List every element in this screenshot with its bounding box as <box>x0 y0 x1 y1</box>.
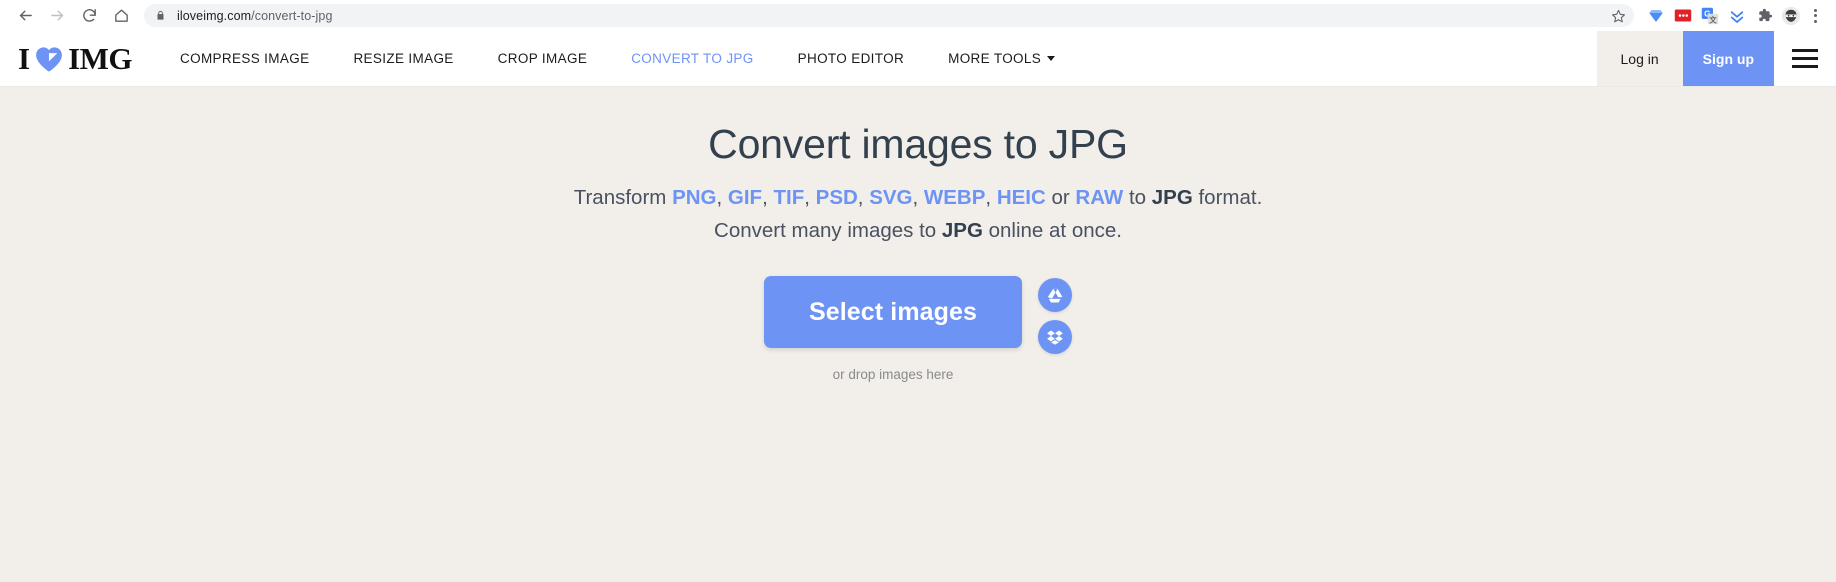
url-host: iloveimg.com <box>177 9 251 23</box>
arrow-right-icon <box>49 7 66 24</box>
profile-avatar-icon[interactable] <box>1781 6 1801 26</box>
reload-icon <box>81 7 98 24</box>
chevron-down-icon <box>1047 56 1055 61</box>
arrow-left-icon <box>17 7 34 24</box>
format-link-raw[interactable]: RAW <box>1075 186 1123 209</box>
logo-text-left: I <box>18 43 30 74</box>
reload-button[interactable] <box>74 1 104 31</box>
bookmark-star-button[interactable] <box>1611 8 1626 23</box>
subtitle-to: to <box>1123 186 1152 209</box>
gem-extension-icon[interactable] <box>1646 6 1666 26</box>
target-format: JPG <box>1152 186 1193 209</box>
page-title: Convert images to JPG <box>708 120 1128 169</box>
lock-icon <box>155 9 166 22</box>
home-button[interactable] <box>106 1 136 31</box>
star-icon <box>1611 8 1626 23</box>
logo-text-right: IMG <box>68 43 132 74</box>
nav-label: COMPRESS IMAGE <box>180 51 309 66</box>
subtitle-or: or <box>1046 186 1076 209</box>
nav-item-convert-to-jpg[interactable]: CONVERT TO JPG <box>609 31 775 86</box>
svg-text:文: 文 <box>1709 14 1717 24</box>
subtitle-prefix: Transform <box>574 186 672 209</box>
format-link-heic[interactable]: HEIC <box>997 186 1046 209</box>
hamburger-menu-icon[interactable] <box>1774 31 1836 86</box>
site-header: I IMG COMPRESS IMAGE RESIZE IMAGE CROP I… <box>0 31 1836 87</box>
chevron-stack-extension-icon[interactable] <box>1727 6 1747 26</box>
nav-item-more-tools[interactable]: MORE TOOLS <box>926 31 1077 86</box>
red-recorder-extension-icon[interactable] <box>1673 6 1693 26</box>
browser-nav-buttons <box>10 1 136 31</box>
dropbox-icon <box>1046 328 1064 346</box>
home-icon <box>113 7 130 24</box>
site-logo[interactable]: I IMG <box>0 31 158 86</box>
nav-label: PHOTO EDITOR <box>798 51 904 66</box>
google-drive-icon <box>1046 286 1065 305</box>
forward-button[interactable] <box>42 1 72 31</box>
browser-extensions: G 文 <box>1638 6 1801 26</box>
subtitle-line-2: Convert many images to JPG online at onc… <box>574 216 1263 245</box>
main-content: Convert images to JPG Transform PNG, GIF… <box>0 87 1836 582</box>
google-drive-upload-button[interactable] <box>1038 278 1072 312</box>
cloud-upload-options <box>1038 276 1072 354</box>
login-button[interactable]: Log in <box>1597 31 1683 86</box>
back-button[interactable] <box>10 1 40 31</box>
format-link-psd[interactable]: PSD <box>816 186 858 209</box>
format-link-svg[interactable]: SVG <box>869 186 912 209</box>
dropbox-upload-button[interactable] <box>1038 320 1072 354</box>
nav-item-resize-image[interactable]: RESIZE IMAGE <box>331 31 475 86</box>
nav-item-photo-editor[interactable]: PHOTO EDITOR <box>776 31 926 86</box>
nav-label: CROP IMAGE <box>498 51 588 66</box>
nav-item-crop-image[interactable]: CROP IMAGE <box>476 31 610 86</box>
heart-cursor-icon <box>34 45 64 73</box>
subtitle-line2-a: Convert many images to <box>714 219 942 242</box>
main-navigation: COMPRESS IMAGE RESIZE IMAGE CROP IMAGE C… <box>158 31 1597 86</box>
nav-label: MORE TOOLS <box>948 51 1041 66</box>
drop-images-hint: or drop images here <box>833 367 954 382</box>
page-subtitle: Transform PNG, GIF, TIF, PSD, SVG, WEBP,… <box>574 183 1263 245</box>
address-bar[interactable]: iloveimg.com/convert-to-jpg <box>144 4 1634 27</box>
format-link-gif[interactable]: GIF <box>728 186 762 209</box>
browser-toolbar: iloveimg.com/convert-to-jpg G <box>0 0 1836 31</box>
select-images-button[interactable]: Select images <box>764 276 1022 348</box>
format-link-png[interactable]: PNG <box>672 186 716 209</box>
nav-label: CONVERT TO JPG <box>631 51 753 66</box>
google-translate-extension-icon[interactable]: G 文 <box>1700 6 1720 26</box>
url-path: /convert-to-jpg <box>251 9 332 23</box>
url-text: iloveimg.com/convert-to-jpg <box>177 9 333 23</box>
format-link-tif[interactable]: TIF <box>773 186 804 209</box>
kebab-menu-icon[interactable] <box>1804 5 1826 27</box>
signup-button[interactable]: Sign up <box>1683 31 1774 86</box>
subtitle-suffix: format. <box>1193 186 1263 209</box>
subtitle-line2-b: JPG <box>942 219 983 242</box>
puzzle-extensions-icon[interactable] <box>1754 6 1774 26</box>
cta-row: Select images <box>764 276 1072 354</box>
nav-label: RESIZE IMAGE <box>353 51 453 66</box>
subtitle-line2-c: online at once. <box>983 219 1122 242</box>
auth-zone: Log in Sign up <box>1597 31 1836 86</box>
nav-item-compress-image[interactable]: COMPRESS IMAGE <box>158 31 331 86</box>
format-link-webp[interactable]: WEBP <box>924 186 986 209</box>
subtitle-line-1: Transform PNG, GIF, TIF, PSD, SVG, WEBP,… <box>574 183 1263 212</box>
